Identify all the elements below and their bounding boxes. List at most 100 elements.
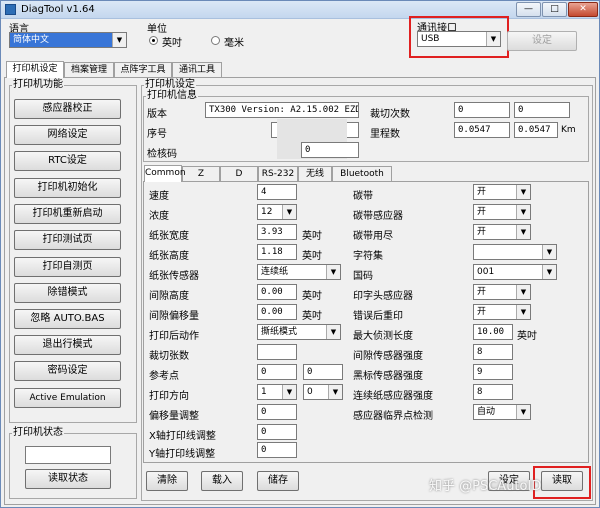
subtab-z[interactable]: Z — [182, 166, 220, 182]
offset-label: 偏移量调整 — [149, 411, 199, 422]
tab-file-management[interactable]: 档案管理 — [64, 62, 114, 78]
save-button[interactable]: 储存 — [257, 471, 299, 491]
ribbon-sensor-value: 开 — [477, 207, 487, 217]
direction-select-2[interactable]: 0 ▼ — [303, 384, 343, 400]
codepage-select[interactable]: 001 ▼ — [473, 264, 557, 280]
charset-select[interactable]: ▼ — [473, 244, 557, 260]
reprint-select[interactable]: 开 ▼ — [473, 304, 531, 320]
codepage-label: 国码 — [353, 271, 373, 282]
ignore-autobas-button[interactable]: 忽略 AUTO.BAS — [14, 309, 121, 329]
max-length-label: 最大侦测长度 — [353, 331, 413, 342]
direction-select-1[interactable]: 1 ▼ — [257, 384, 297, 400]
app-window: DiagTool v1.64 — □ ✕ 语言 简体中文 ▼ 单位 英吋 毫米 … — [0, 0, 600, 508]
paper-height-field[interactable]: 1.18 — [257, 244, 297, 260]
gap-offset-field[interactable]: 0.00 — [257, 304, 297, 320]
ribbon-sensor-select[interactable]: 开 ▼ — [473, 204, 531, 220]
y-adjust-field[interactable]: 0 — [257, 442, 297, 458]
reference-label: 参考点 — [149, 371, 179, 382]
network-setup-button[interactable]: 网络设定 — [14, 125, 121, 145]
post-print-select[interactable]: 撕纸模式 ▼ — [257, 324, 341, 340]
print-self-test-button[interactable]: 打印自测页 — [14, 257, 121, 277]
unit-label: 单位 — [147, 24, 167, 35]
printer-init-button[interactable]: 打印机初始化 — [14, 178, 121, 198]
head-sensor-select[interactable]: 开 ▼ — [473, 284, 531, 300]
gap-height-field[interactable]: 0.00 — [257, 284, 297, 300]
cut-count-field-2: 0 — [514, 102, 570, 118]
language-select[interactable]: 简体中文 ▼ — [9, 32, 127, 48]
x-adjust-field[interactable]: 0 — [257, 424, 297, 440]
rtc-setup-button[interactable]: RTC设定 — [14, 151, 121, 171]
gap-offset-label: 间隙偏移量 — [149, 311, 199, 322]
app-icon — [5, 4, 16, 15]
chevron-down-icon: ▼ — [516, 205, 530, 219]
printer-function-title: 打印机功能 — [12, 79, 64, 90]
paper-width-field[interactable]: 3.93 — [257, 224, 297, 240]
offset-field[interactable]: 0 — [257, 404, 297, 420]
mileage-field-2: 0.0547 — [514, 122, 558, 138]
subtab-rs232[interactable]: RS-232 — [258, 166, 298, 182]
charset-label: 字符集 — [353, 251, 383, 262]
mileage-field-1: 0.0547 — [454, 122, 510, 138]
max-length-field[interactable]: 10.00 — [473, 324, 513, 340]
comm-setup-button[interactable]: 设定 — [507, 31, 577, 51]
unit-inch-radio[interactable] — [149, 36, 158, 45]
reference-y-field[interactable]: 0 — [303, 364, 343, 380]
paper-sensor-value: 连续纸 — [261, 267, 289, 277]
language-value: 简体中文 — [13, 35, 50, 45]
exit-line-mode-button[interactable]: 退出行模式 — [14, 335, 121, 355]
checksum-label: 检核码 — [147, 149, 177, 160]
cut-count-field-1: 0 — [454, 102, 510, 118]
black-mark-intensity-field[interactable]: 9 — [473, 364, 513, 380]
subtab-bluetooth[interactable]: Bluetooth — [332, 166, 392, 182]
ribbon-end-select[interactable]: 开 ▼ — [473, 224, 531, 240]
ribbon-label: 碳带 — [353, 191, 373, 202]
printer-status-title: 打印机状态 — [12, 427, 64, 438]
unit-mm-label: 毫米 — [224, 38, 244, 49]
threshold-label: 感应器临界点检测 — [353, 411, 433, 422]
printer-status-group — [9, 433, 137, 499]
reprint-label: 错误后重印 — [353, 311, 403, 322]
unit-mm-radio[interactable] — [211, 36, 220, 45]
chevron-down-icon: ▼ — [282, 385, 296, 399]
chevron-down-icon: ▼ — [516, 225, 530, 239]
maximize-button[interactable]: □ — [542, 2, 567, 17]
password-setup-button[interactable]: 密码设定 — [14, 361, 121, 381]
post-print-label: 打印后动作 — [149, 331, 199, 342]
head-sensor-label: 印字头感应器 — [353, 291, 413, 302]
subtab-wireless[interactable]: 无线 — [298, 166, 332, 182]
density-select[interactable]: 12 ▼ — [257, 204, 297, 220]
threshold-select[interactable]: 自动 ▼ — [473, 404, 531, 420]
tab-printer-settings[interactable]: 打印机设定 — [6, 61, 64, 78]
close-button[interactable]: ✕ — [568, 2, 598, 17]
debug-mode-button[interactable]: 除错模式 — [14, 283, 121, 303]
continuous-intensity-field[interactable]: 8 — [473, 384, 513, 400]
cut-sheets-field[interactable] — [257, 344, 297, 360]
chevron-down-icon: ▼ — [282, 205, 296, 219]
reference-x-field[interactable]: 0 — [257, 364, 297, 380]
print-test-page-button[interactable]: 打印测试页 — [14, 230, 121, 250]
chevron-down-icon: ▼ — [516, 405, 530, 419]
subtab-common[interactable]: Common — [144, 165, 186, 182]
active-emulation-button[interactable]: Active Emulation — [14, 388, 121, 408]
sensor-calibration-button[interactable]: 感应器校正 — [14, 99, 121, 119]
printer-restart-button[interactable]: 打印机重新启动 — [14, 204, 121, 224]
serial-label: 序号 — [147, 129, 167, 140]
ribbon-select[interactable]: 开 ▼ — [473, 184, 531, 200]
subtab-d[interactable]: D — [220, 166, 258, 182]
highlight-box-read — [533, 466, 591, 499]
ribbon-end-label: 碳带用尽 — [353, 231, 393, 242]
gap-intensity-field[interactable]: 8 — [473, 344, 513, 360]
gap-intensity-label: 间隙传感器强度 — [353, 351, 423, 362]
read-status-button[interactable]: 读取状态 — [25, 469, 111, 489]
paper-sensor-select[interactable]: 连续纸 ▼ — [257, 264, 341, 280]
minimize-button[interactable]: — — [516, 2, 541, 17]
speed-field[interactable]: 4 — [257, 184, 297, 200]
load-button[interactable]: 载入 — [201, 471, 243, 491]
codepage-value: 001 — [477, 267, 495, 277]
post-print-value: 撕纸模式 — [261, 327, 298, 337]
tab-bitmap-font-tool[interactable]: 点阵字工具 — [114, 62, 172, 78]
chevron-down-icon: ▼ — [112, 33, 126, 47]
unit-inch-label: 英吋 — [162, 38, 182, 49]
tab-comm-tool[interactable]: 通讯工具 — [172, 62, 222, 78]
clear-button[interactable]: 清除 — [146, 471, 188, 491]
